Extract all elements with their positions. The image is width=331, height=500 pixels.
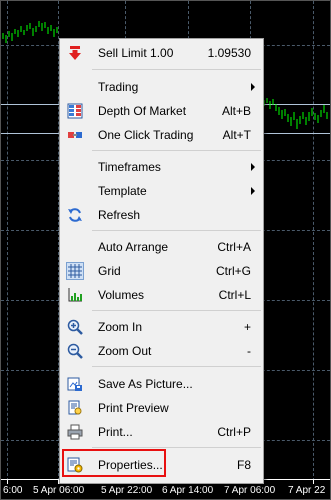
- menu-item-shortcut: Ctrl+G: [215, 264, 251, 278]
- menu-separator: [92, 69, 261, 70]
- menu-item-shortcut: 1.09530: [207, 46, 251, 60]
- chart-context-menu: Sell Limit 1.00 1.09530 Trading Depth Of…: [59, 38, 264, 484]
- volumes-icon: [68, 288, 82, 302]
- menu-item-shortcut: Alt+B: [221, 104, 251, 118]
- menu-separator: [92, 230, 261, 231]
- menu-item-label: Print...: [98, 425, 133, 439]
- menu-item-volumes[interactable]: Volumes Ctrl+L: [60, 284, 263, 306]
- menu-separator: [92, 150, 261, 151]
- menu-item-label: Sell Limit 1.00: [98, 46, 174, 60]
- submenu-arrow-icon: [251, 83, 255, 91]
- menu-item-print[interactable]: Print... Ctrl+P: [60, 421, 263, 443]
- menu-item-sell-limit[interactable]: Sell Limit 1.00 1.09530: [60, 42, 263, 64]
- axis-label: 7 Apr 06:00: [224, 485, 276, 496]
- menu-item-label: Auto Arrange: [98, 240, 169, 254]
- axis-tick: [313, 479, 314, 484]
- menu-item-label: Refresh: [98, 208, 141, 222]
- menu-item-shortcut: +: [243, 320, 251, 334]
- menu-item-label: Print Preview: [98, 401, 169, 415]
- submenu-arrow-icon: [251, 187, 255, 195]
- menu-item-label: Grid: [98, 264, 121, 278]
- menu-item-shortcut: F8: [236, 458, 251, 472]
- menu-item-grid[interactable]: Grid Ctrl+G: [60, 260, 263, 282]
- menu-item-save-as-picture[interactable]: Save As Picture...: [60, 373, 263, 395]
- menu-item-refresh[interactable]: Refresh: [60, 204, 263, 226]
- menu-item-auto-arrange[interactable]: Auto Arrange Ctrl+A: [60, 236, 263, 258]
- depth-of-market-icon: [67, 103, 83, 119]
- menu-item-shortcut: Ctrl+P: [217, 425, 251, 439]
- menu-item-label: One Click Trading: [98, 128, 194, 142]
- zoom-out-icon: [67, 343, 83, 359]
- menu-item-label: Save As Picture...: [98, 377, 193, 391]
- grid-icon: [66, 262, 84, 280]
- menu-separator: [92, 310, 261, 311]
- menu-item-trading[interactable]: Trading: [60, 76, 263, 98]
- menu-item-shortcut: Alt+T: [222, 128, 251, 142]
- axis-label: 5 Apr 06:00: [33, 485, 85, 496]
- menu-item-label: Zoom In: [98, 320, 143, 334]
- menu-item-label: Timeframes: [98, 160, 161, 174]
- one-click-trading-icon: [68, 132, 82, 138]
- menu-item-label: Zoom Out: [98, 344, 152, 358]
- menu-item-zoom-in[interactable]: Zoom In +: [60, 316, 263, 338]
- menu-item-label: Template: [98, 184, 147, 198]
- menu-item-print-preview[interactable]: Print Preview: [60, 397, 263, 419]
- menu-item-zoom-out[interactable]: Zoom Out -: [60, 340, 263, 362]
- refresh-icon: [68, 208, 82, 222]
- axis-label: 6 Apr 14:00: [162, 485, 214, 496]
- menu-separator: [92, 447, 261, 448]
- axis-label: 5 Apr 22:00: [101, 485, 153, 496]
- zoom-in-icon: [67, 319, 83, 335]
- menu-separator: [92, 366, 261, 367]
- menu-item-timeframes[interactable]: Timeframes: [60, 156, 263, 178]
- print-preview-icon: [68, 400, 82, 415]
- sell-limit-arrow-icon: [69, 46, 81, 60]
- menu-item-template[interactable]: Template: [60, 180, 263, 202]
- properties-highlight-box: [62, 449, 166, 477]
- save-picture-icon: [67, 377, 82, 391]
- axis-label: 7 Apr 22: [288, 485, 326, 496]
- menu-item-shortcut: Ctrl+L: [218, 288, 251, 302]
- menu-item-shortcut: -: [247, 344, 251, 358]
- printer-icon: [67, 424, 83, 440]
- menu-item-label: Volumes: [98, 288, 145, 302]
- menu-item-depth-of-market[interactable]: Depth Of Market Alt+B: [60, 100, 263, 122]
- menu-item-one-click-trading[interactable]: One Click Trading Alt+T: [60, 124, 263, 146]
- axis-label: 6:00: [3, 485, 23, 496]
- axis-tick: [7, 479, 8, 484]
- menu-item-shortcut: Ctrl+A: [217, 240, 251, 254]
- menu-item-label: Trading: [98, 80, 139, 94]
- menu-item-label: Depth Of Market: [98, 104, 187, 118]
- submenu-arrow-icon: [251, 163, 255, 171]
